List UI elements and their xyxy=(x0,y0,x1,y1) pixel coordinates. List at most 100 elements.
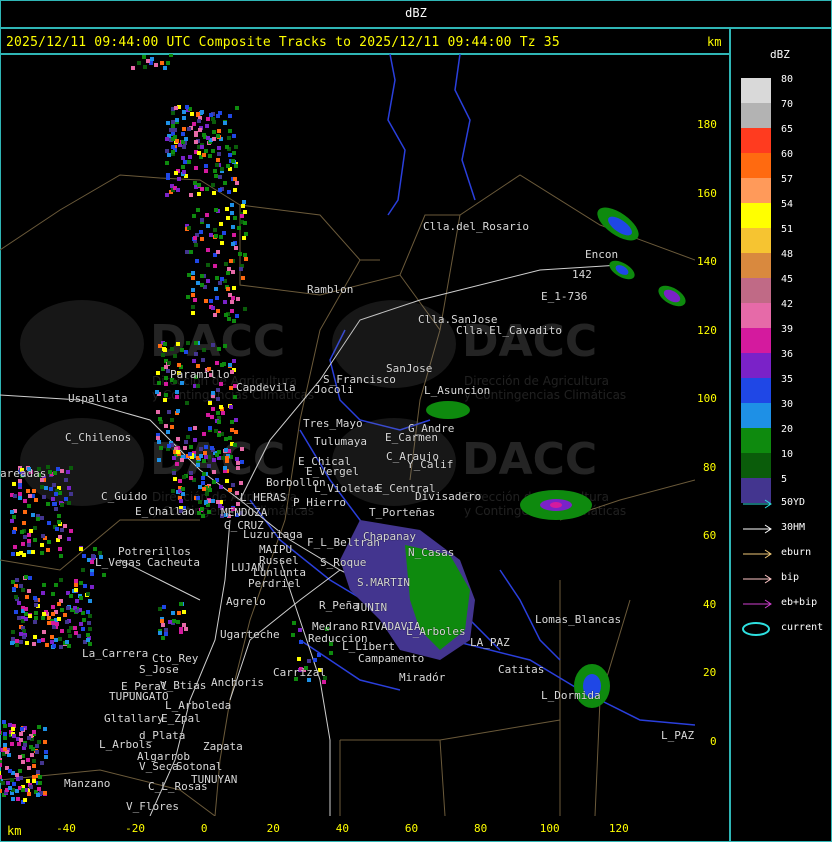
y-tick-label: 100 xyxy=(697,392,717,405)
legend-swatch-label: 51 xyxy=(781,224,794,235)
legend-swatch-label: 45 xyxy=(781,274,794,285)
x-tick-label: 40 xyxy=(335,822,350,835)
track-arrow-icon xyxy=(743,499,772,509)
legend-swatch-label: 80 xyxy=(781,74,794,85)
place-label: d_Plata xyxy=(139,729,186,742)
track-legend-label: eb+bip xyxy=(781,597,818,608)
legend-swatch-label: 65 xyxy=(781,124,794,135)
place-label: Clla.del_Rosario xyxy=(423,220,529,233)
place-label: N_Casas xyxy=(408,546,455,559)
track-arrow-icon xyxy=(743,524,772,534)
place-label: V_Seca xyxy=(139,760,179,773)
place-label: Sotonal xyxy=(176,760,223,773)
place-label: Clla.El_Cavadito xyxy=(456,324,562,337)
legend-swatch-label: 35 xyxy=(781,374,794,385)
legend-swatch xyxy=(741,178,771,203)
legend-swatch xyxy=(741,228,771,253)
place-label: F_L_Beltran xyxy=(307,536,380,549)
legend-title: dBZ xyxy=(770,48,790,61)
place-label: Zapata xyxy=(203,740,243,753)
place-label: E_Zpal xyxy=(161,712,201,725)
legend-swatch xyxy=(741,303,771,328)
legend-swatch xyxy=(741,253,771,278)
place-label: SanJose xyxy=(386,362,433,375)
legend-swatch-label: 5 xyxy=(781,474,788,485)
legend-swatch xyxy=(741,353,771,378)
x-tick-label: -20 xyxy=(125,822,146,835)
y-tick-label: 0 xyxy=(710,734,717,748)
track-arrow-icon xyxy=(743,599,772,609)
legend-swatch-label: 10 xyxy=(781,449,794,460)
place-label: S_Jose xyxy=(139,663,179,676)
place-label: TUPUNGATO xyxy=(109,690,169,703)
place-label: R_Peña xyxy=(319,599,359,612)
y-tick-label: 80 xyxy=(703,460,717,474)
legend-swatch-label: 70 xyxy=(781,99,794,110)
x-tick-label: -40 xyxy=(56,822,76,835)
place-label: Tres_Mayo xyxy=(303,417,363,430)
track-legend-label: 30HM xyxy=(781,522,806,533)
legend-swatch xyxy=(741,278,771,303)
place-label: C_L_Rosas xyxy=(148,780,208,793)
place-label: S.MARTIN xyxy=(357,576,410,589)
legend-swatch-label: 36 xyxy=(781,349,794,360)
y-tick-label: 160 xyxy=(697,186,717,200)
track-arrow-icon xyxy=(743,574,772,584)
place-label: Agrelo xyxy=(226,595,266,608)
radar-map[interactable]: DACC DACC DACC DACC Dirección de Agricul… xyxy=(0,54,695,816)
place-label: S_Francisco xyxy=(323,373,396,386)
legend-swatch-label: 42 xyxy=(781,299,794,310)
track-legend-label: eburn xyxy=(781,547,812,558)
legend-swatch xyxy=(741,328,771,353)
y-tick-label: 180 xyxy=(697,118,717,131)
place-label: C_Guido xyxy=(101,490,148,503)
y-tick-label: 120 xyxy=(697,323,717,337)
current-ellipse-icon xyxy=(742,622,770,636)
window-title: dBZ xyxy=(405,6,427,20)
legend-swatch xyxy=(741,428,771,453)
legend-swatch xyxy=(741,128,771,153)
place-label: Catitas xyxy=(498,663,545,676)
legend-swatch-label: 20 xyxy=(781,424,794,435)
place-label: E_Carmen xyxy=(385,431,438,444)
legend-swatch-label: 39 xyxy=(781,324,794,335)
legend-swatch xyxy=(741,403,771,428)
legend-swatch-label: 60 xyxy=(781,149,794,160)
track-legend-label: current xyxy=(781,622,824,633)
place-label: Y_Calif xyxy=(407,458,454,471)
place-label: Divisadero xyxy=(415,490,482,503)
place-label: Encon xyxy=(585,248,619,261)
place-label: Perdriel xyxy=(248,577,301,590)
place-label: Ugarteche xyxy=(220,628,280,641)
x-tick-label: 120 xyxy=(608,822,629,835)
place-label: areadas xyxy=(0,467,47,480)
place-label: S_Roque xyxy=(320,556,367,569)
legend-swatch xyxy=(741,378,771,403)
place-label: 142 xyxy=(572,268,592,281)
y-tick-label: 60 xyxy=(703,529,717,542)
legend-swatch-label: 48 xyxy=(781,249,794,260)
place-label: Paramillo xyxy=(170,368,230,381)
place-label: L_PAZ xyxy=(661,729,695,742)
legend-swatch-label: 30 xyxy=(781,399,794,410)
track-arrow-icon xyxy=(743,549,772,559)
x-tick-label: 0 xyxy=(200,822,208,835)
y-tick-label: 40 xyxy=(703,597,717,611)
place-label: Uspallata xyxy=(68,392,128,405)
legend-swatch xyxy=(741,203,771,228)
place-label: Gltallary xyxy=(104,712,164,725)
y-tick-label: 140 xyxy=(697,255,717,268)
place-label: L_Arboleda xyxy=(165,699,232,712)
place-label: L_Asuncion xyxy=(424,384,491,397)
place-label: Manzano xyxy=(64,777,111,790)
place-label: P_Hierro xyxy=(293,496,346,509)
y-tick-label: 20 xyxy=(703,666,717,679)
place-label: JUNIN xyxy=(354,601,388,614)
track-legend-label: bip xyxy=(781,572,800,583)
legend-swatch xyxy=(741,103,771,128)
place-label: Miradór xyxy=(399,671,446,684)
place-label: Luzuriaga xyxy=(243,528,303,541)
x-tick-label: 20 xyxy=(266,822,280,835)
place-label: Lomas_Blancas xyxy=(535,613,622,626)
place-label: Tulumaya xyxy=(314,435,367,448)
